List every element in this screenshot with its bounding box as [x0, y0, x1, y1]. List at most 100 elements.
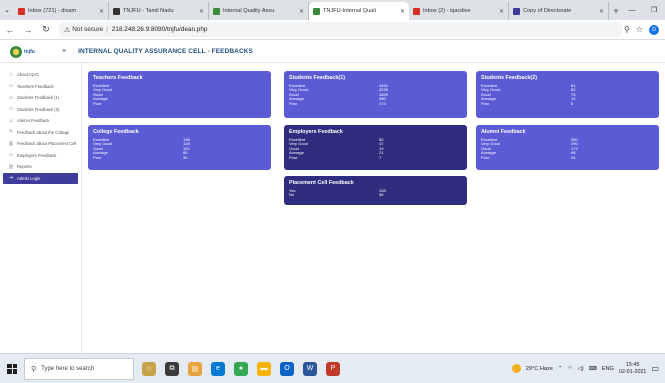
menu-toggle-icon[interactable]: ≡ — [62, 48, 66, 55]
feedback-row: No 56 — [289, 192, 462, 198]
taskbar-search[interactable]: ⚲ Type here to search — [24, 357, 134, 380]
network-icon[interactable]: ◠ — [568, 366, 573, 372]
tab-close-icon[interactable]: ✕ — [400, 8, 405, 15]
edge-icon[interactable]: e — [211, 361, 225, 376]
back-button[interactable]: ← — [2, 22, 18, 38]
feedback-row: Poor 30 — [93, 154, 266, 160]
windows-taskbar: ⚲ Type here to search ☼ ⧉ ▤ e ● ▬ O W P … — [0, 353, 665, 383]
document-icon: ▭ — [8, 152, 14, 159]
employers-feedback-card[interactable]: Employers Feedback Excellent 80 Very Good 47… — [284, 125, 467, 170]
url-text: 218.248.26.9:8090/tnjfu/dean.php — [111, 26, 208, 33]
tab-favicon-icon — [213, 7, 220, 15]
students-feedback-2-card[interactable]: Students Feedback(2) Excellent 81 Very Good… — [476, 71, 659, 118]
task-view-icon[interactable]: ⧉ — [165, 361, 179, 376]
volume-icon[interactable]: ◁) — [577, 366, 583, 372]
taskbar-apps: ☼ ⧉ ▤ e ● ▬ O W P — [142, 361, 340, 376]
browser-tab[interactable]: TNJFU - Tamil Nadu ✕ — [109, 2, 209, 20]
start-button[interactable] — [0, 354, 24, 383]
notifications-icon[interactable]: ▭ — [651, 364, 659, 373]
alumni-feedback-card[interactable]: Alumni Feedback Excellent 380 Very Good 290 G… — [476, 125, 659, 170]
weather-text[interactable]: 29°C Haze — [526, 366, 553, 372]
sidebar-item[interactable]: ▥ Feedback about Placement Cell — [0, 138, 81, 150]
feedback-label: No — [289, 192, 295, 198]
placement-cell-feedback-card[interactable]: Placement Cell Feedback Yes 108 No 56 — [284, 176, 467, 205]
tab-close-icon[interactable]: ✕ — [199, 8, 204, 15]
powerpoint-icon[interactable]: P — [326, 361, 340, 376]
app-header: tnjfu ≡ INTERNAL QUALITY ASSURANCE CELL … — [0, 41, 665, 63]
browser-tab[interactable]: Inbox (2) - iqacdive ✕ — [409, 2, 509, 20]
sidebar-item[interactable]: ▭ Students Feedback (1) — [0, 92, 81, 104]
zoom-icon[interactable]: ⚲ — [624, 25, 630, 34]
sidebar-item[interactable]: ✎ Feedback about the College — [0, 127, 81, 139]
folder-icon[interactable]: ▬ — [257, 361, 271, 376]
feedback-count: 7 — [379, 154, 382, 160]
browser-tab[interactable]: Copy of Directorate ✕ — [509, 2, 609, 20]
forward-button[interactable]: → — [20, 22, 36, 38]
reload-button[interactable]: ↻ — [38, 22, 54, 38]
students-feedback-1-card[interactable]: Students Feedback(1) Excellent 4452 Very Go… — [284, 71, 467, 118]
feedback-row: Poor 6 — [481, 100, 654, 106]
tab-title: Internal Quality Assu — [223, 8, 275, 14]
minimize-button[interactable]: — — [621, 0, 643, 20]
toolbar-icons: ⚲ ☆ D — [624, 24, 659, 35]
feedback-count: 56 — [379, 192, 384, 198]
college-feedback-card[interactable]: College Feedback Excellent 198 Very Good 128… — [88, 125, 271, 170]
card-title: Students Feedback(1) — [289, 75, 346, 81]
profile-avatar[interactable]: D — [649, 24, 659, 35]
teachers-feedback-card[interactable]: Teachers Feedback Excellent Very Good Good A… — [88, 71, 271, 118]
tab-close-icon[interactable]: ✕ — [299, 8, 304, 15]
tab-search-chevron-icon[interactable]: ⌄ — [0, 0, 14, 20]
window-controls: — ❐ — [621, 0, 665, 20]
tab-favicon-icon — [313, 7, 320, 15]
tab-close-icon[interactable]: ✕ — [599, 8, 604, 15]
tab-title: TNJFU-Internal Quali — [323, 8, 376, 14]
outlook-icon[interactable]: O — [280, 361, 294, 376]
card-title: Employers Feedback — [289, 129, 343, 135]
sidebar-item-label: Reports — [17, 164, 32, 170]
feedback-label: Poor — [481, 100, 490, 106]
sidebar-item[interactable]: ▥ Reports — [0, 161, 81, 173]
address-bar[interactable]: ⚠ Not secure | 218.248.26.9:8090/tnjfu/d… — [58, 22, 623, 37]
sidebar-item[interactable]: ▭ Students Feedback (2) — [0, 104, 81, 116]
feedback-row: Poor 7 — [289, 154, 462, 160]
bookmark-star-icon[interactable]: ☆ — [636, 25, 643, 34]
tab-close-icon[interactable]: ✕ — [99, 8, 104, 15]
feedback-row: Poor 174 — [289, 101, 462, 106]
document-icon: ▭ — [8, 83, 14, 90]
file-explorer-icon[interactable]: ▤ — [188, 361, 202, 376]
document-icon: ▭ — [8, 94, 14, 101]
feedback-label: Poor — [93, 154, 102, 160]
card-title: Alumni Feedback — [481, 129, 526, 135]
sidebar-item[interactable]: ⇥ Admin Login — [3, 172, 78, 184]
tab-title: Inbox (721) - divam — [28, 8, 77, 14]
word-icon[interactable]: W — [303, 361, 317, 376]
sidebar-item-label: Employers Feedback — [17, 152, 57, 158]
browser-tab[interactable]: Inbox (721) - divam ✕ — [14, 2, 109, 20]
sidebar-item[interactable]: ○ About IQAC — [0, 69, 81, 81]
language-indicator[interactable]: ENG — [602, 366, 614, 372]
web-page: tnjfu ≡ INTERNAL QUALITY ASSURANCE CELL … — [0, 41, 665, 353]
sidebar-item[interactable]: ☺ Alumni Feedback — [0, 115, 81, 127]
tray-chevron-icon[interactable]: ⌃ — [558, 366, 563, 372]
news-widget-icon[interactable]: ☼ — [142, 361, 156, 376]
keyboard-icon[interactable]: ⌨ — [589, 366, 597, 372]
tab-title: Copy of Directorate — [523, 8, 572, 14]
sidebar-item-label: Students Feedback (1) — [17, 95, 60, 101]
browser-tab-strip: ⌄ Inbox (721) - divam ✕ TNJFU - Tamil Nadu… — [0, 0, 665, 20]
browser-tab[interactable]: TNJFU-Internal Quali ✕ — [309, 2, 409, 20]
restore-button[interactable]: ❐ — [643, 0, 665, 20]
browser-tab[interactable]: Internal Quality Assu ✕ — [209, 2, 309, 20]
tab-close-icon[interactable]: ✕ — [499, 8, 504, 15]
sidebar-item[interactable]: ▭ Teachers Feedback — [0, 81, 81, 93]
feedback-row: Poor — [93, 101, 266, 106]
sidebar-item[interactable]: ▭ Employers Feedback — [0, 150, 81, 162]
login-icon: ⇥ — [8, 175, 14, 182]
security-label: Not secure — [72, 26, 104, 33]
tnjfu-logo[interactable]: tnjfu — [10, 45, 44, 59]
chrome-icon[interactable]: ● — [234, 361, 248, 376]
sidebar-item-label: Alumni Feedback — [17, 118, 50, 124]
sidebar-item-label: Feedback about Placement Cell — [17, 141, 77, 147]
clock[interactable]: 15:45 02-01-2021 — [619, 362, 647, 376]
circle-icon: ○ — [9, 71, 13, 78]
system-tray: 29°C Haze ⌃ ◠ ◁) ⌨ ENG 15:45 02-01-2021 … — [511, 362, 665, 376]
